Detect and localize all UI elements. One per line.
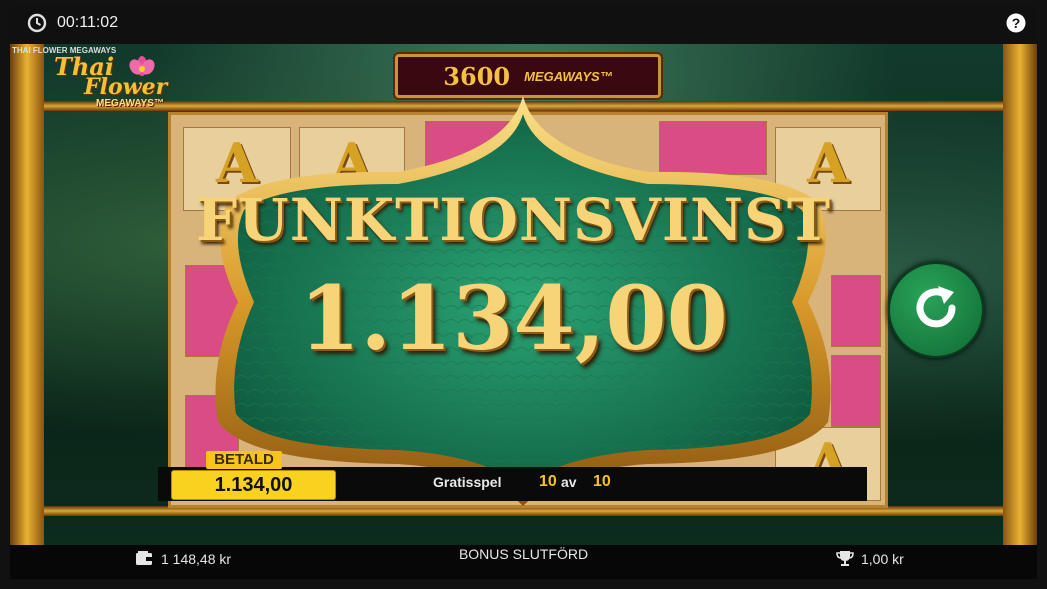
feature-win-title: FUNKTIONSVINST	[195, 186, 832, 254]
logo-line-3: MEGAWAYS™	[96, 98, 164, 109]
session-timer: 00:11:02	[57, 14, 119, 31]
ways-count: 3600	[443, 61, 511, 91]
paid-amount: 1.134,00	[171, 470, 336, 500]
bottom-bar: BONUS SLUTFÖRD 1 148,48 kr 1,00 kr	[10, 545, 1037, 579]
ways-label: MEGAWAYS™	[524, 68, 613, 84]
balance-value: 1 148,48 kr	[161, 551, 232, 567]
clock-icon	[27, 13, 47, 33]
paid-label: BETALD	[206, 451, 282, 469]
svg-text:?: ?	[1012, 15, 1021, 31]
free-spins-current: 10	[539, 473, 557, 490]
free-spins-total: 10	[593, 473, 611, 490]
wallet-icon	[136, 551, 152, 565]
free-spins-of: av	[561, 474, 577, 490]
trophy-icon	[836, 551, 854, 566]
help-icon[interactable]: ?	[1005, 12, 1027, 34]
free-spins-label: Gratisspel	[433, 474, 502, 490]
bet-value: 1,00 kr	[861, 551, 904, 567]
top-bar: 00:11:02 ?	[10, 5, 1037, 41]
feature-win-amount: 1.134,00	[299, 266, 728, 370]
logo-line-2: Flower	[84, 74, 168, 100]
